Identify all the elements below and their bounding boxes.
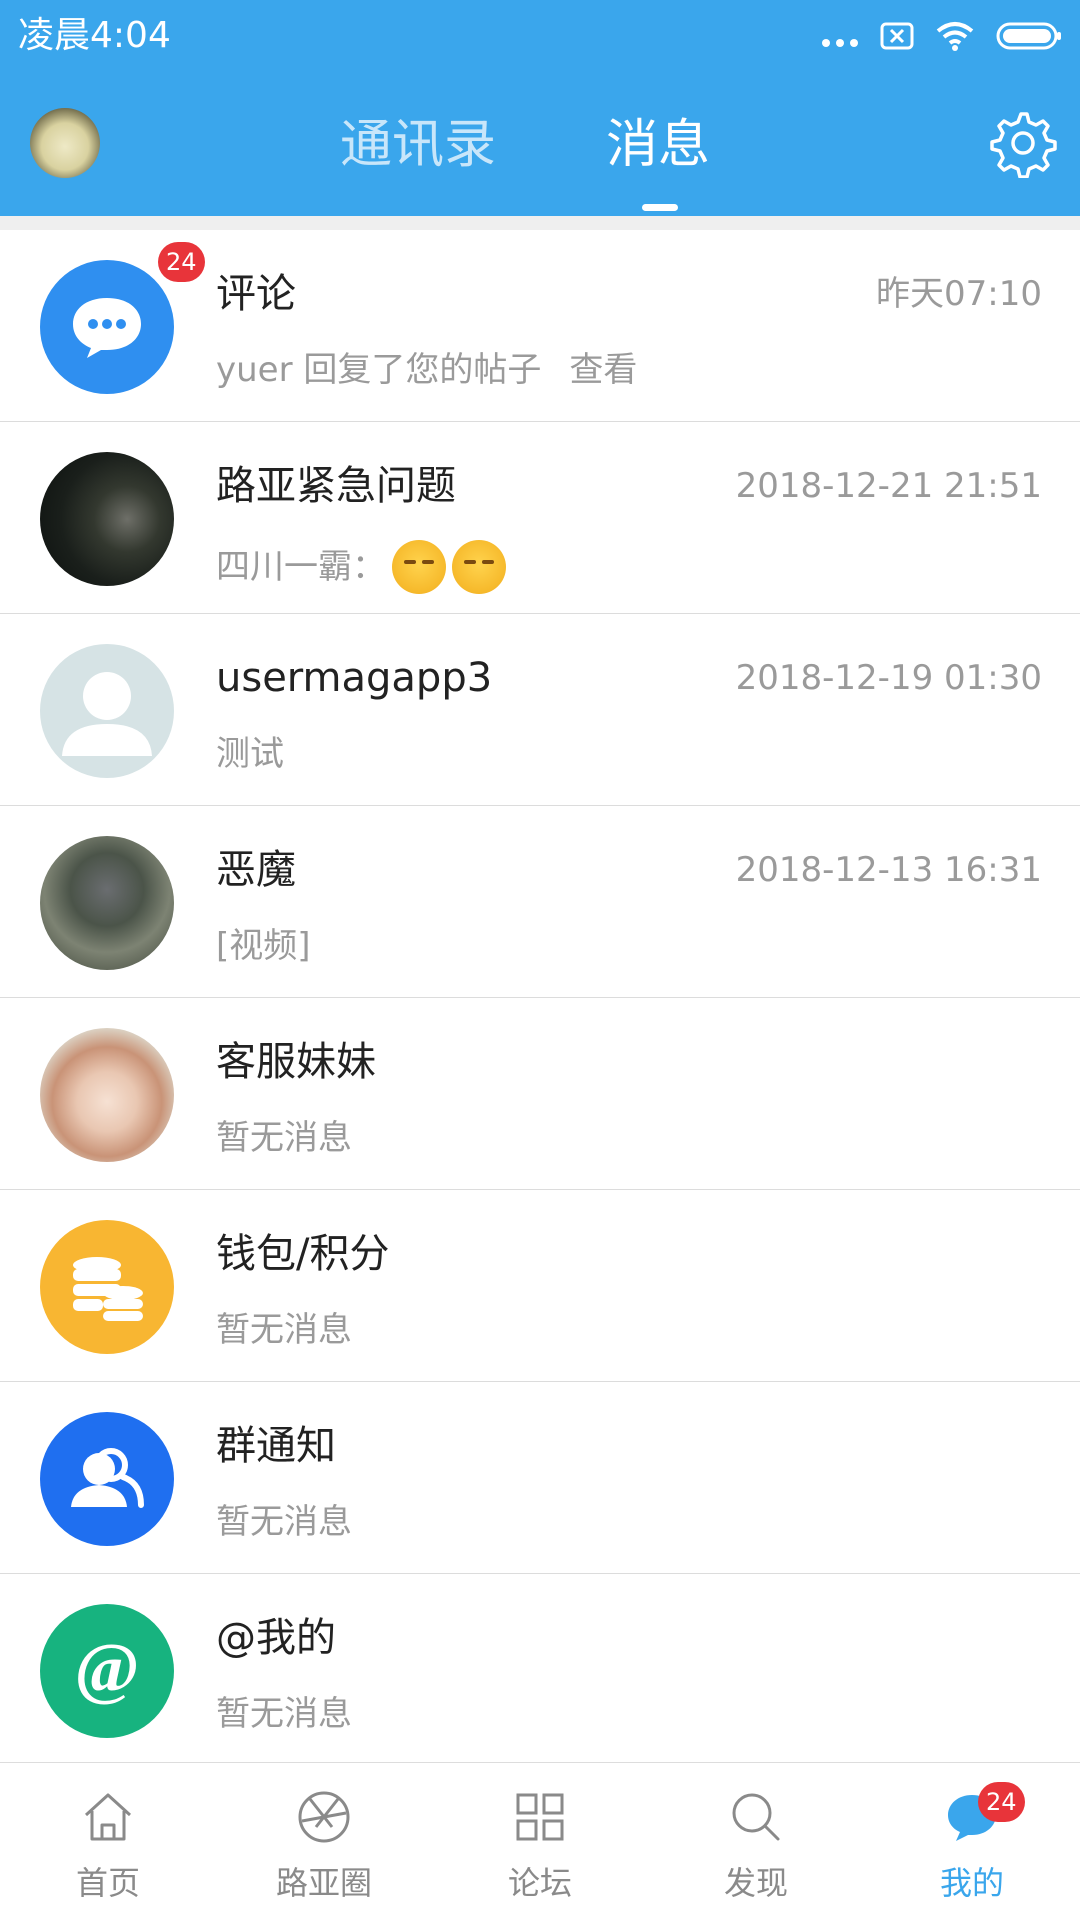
item-subtitle: [视频] xyxy=(216,924,311,968)
item-title: @我的 xyxy=(216,1615,336,1661)
tab-messages[interactable]: 消息 xyxy=(606,110,710,180)
item-time: 2018-12-19 01:30 xyxy=(735,658,1042,698)
item-preview: [视频] xyxy=(216,926,311,966)
at-icon: @ xyxy=(40,1604,174,1738)
item-subtitle: 暂无消息 xyxy=(216,1116,352,1160)
nav-lure-circle[interactable]: 路亚圈 xyxy=(216,1763,432,1921)
list-item-mentions[interactable]: @ @我的 暂无消息 xyxy=(0,1574,1080,1766)
nav-home[interactable]: 首页 xyxy=(0,1763,216,1921)
list-item-customer-service[interactable]: 客服妹妹 暂无消息 xyxy=(0,998,1080,1190)
item-preview: 四川一霸： xyxy=(216,547,386,587)
chat-bubble-icon xyxy=(40,260,174,394)
item-subtitle: 暂无消息 xyxy=(216,1308,352,1352)
active-tab-indicator xyxy=(642,204,678,211)
item-time: 2018-12-21 21:51 xyxy=(735,466,1042,506)
item-time: 昨天07:10 xyxy=(876,274,1042,314)
item-subtitle: yuer 回复了您的帖子 查看 xyxy=(216,348,637,392)
divider xyxy=(0,216,1080,230)
item-title: 路亚紧急问题 xyxy=(216,463,456,509)
svg-text:@: @ xyxy=(74,1631,139,1707)
list-item-chat[interactable]: 路亚紧急问题 2018-12-21 21:51 四川一霸： xyxy=(0,422,1080,614)
item-title: 评论 xyxy=(216,271,296,317)
bottom-nav: 首页 路亚圈 论坛 发现 我的 xyxy=(0,1762,1080,1920)
item-subtitle: 四川一霸： xyxy=(216,540,506,594)
default-user-icon xyxy=(40,644,174,778)
item-title: 客服妹妹 xyxy=(216,1039,376,1085)
item-preview: 暂无消息 xyxy=(216,1310,352,1350)
top-bar: 凌晨4:04 通讯录 消息 xyxy=(0,0,1080,216)
coins-icon xyxy=(40,1220,174,1354)
blush-emoji-icon xyxy=(452,540,506,594)
item-preview: 测试 xyxy=(216,734,284,774)
avatar xyxy=(40,452,174,586)
group-icon xyxy=(40,1412,174,1546)
list-item-chat[interactable]: usermagapp3 2018-12-19 01:30 测试 xyxy=(0,614,1080,806)
gear-icon[interactable] xyxy=(988,108,1058,178)
unread-badge: 24 xyxy=(158,242,205,282)
item-preview: 暂无消息 xyxy=(216,1118,352,1158)
list-item-group-notice[interactable]: 群通知 暂无消息 xyxy=(0,1382,1080,1574)
tab-contacts[interactable]: 通讯录 xyxy=(340,110,496,180)
status-time: 凌晨4:04 xyxy=(18,15,171,56)
home-icon xyxy=(84,1793,132,1841)
search-icon xyxy=(732,1793,780,1841)
item-subtitle: 暂无消息 xyxy=(216,1692,352,1736)
item-preview: 暂无消息 xyxy=(216,1694,352,1734)
item-time: 2018-12-13 16:31 xyxy=(735,850,1042,890)
item-subtitle: 测试 xyxy=(216,732,284,776)
item-title: usermagapp3 xyxy=(216,655,493,701)
item-title: 恶魔 xyxy=(216,847,296,893)
wifi-icon xyxy=(936,22,974,51)
header-tabs: 通讯录 消息 xyxy=(0,100,1080,216)
list-item-wallet[interactable]: 钱包/积分 暂无消息 xyxy=(0,1190,1080,1382)
item-subtitle: 暂无消息 xyxy=(216,1500,352,1544)
item-preview: yuer 回复了您的帖子 xyxy=(216,350,542,390)
aperture-icon xyxy=(298,1791,350,1843)
blush-emoji-icon xyxy=(392,540,446,594)
sim-x-icon xyxy=(880,22,914,50)
more-dots-icon xyxy=(822,39,858,47)
battery-icon xyxy=(996,22,1061,50)
nav-label: 首页 xyxy=(75,1864,140,1902)
nav-mine[interactable]: 我的 xyxy=(864,1763,1080,1921)
nav-label: 路亚圈 xyxy=(275,1864,372,1902)
nav-label: 我的 xyxy=(939,1864,1004,1902)
nav-label: 论坛 xyxy=(507,1864,572,1902)
unread-badge: 24 xyxy=(978,1782,1025,1822)
view-link[interactable]: 查看 xyxy=(569,348,637,392)
nav-discover[interactable]: 发现 xyxy=(648,1763,864,1921)
status-icons xyxy=(822,16,1062,56)
avatar xyxy=(40,836,174,970)
item-title: 钱包/积分 xyxy=(216,1231,390,1277)
nav-label: 发现 xyxy=(723,1864,788,1902)
grid-icon xyxy=(516,1793,564,1841)
avatar xyxy=(40,1028,174,1162)
message-list: 评论 昨天07:10 yuer 回复了您的帖子 查看 路亚紧急问题 2018-1… xyxy=(0,230,1080,1766)
nav-forum[interactable]: 论坛 xyxy=(432,1763,648,1921)
list-item-chat[interactable]: 恶魔 2018-12-13 16:31 [视频] xyxy=(0,806,1080,998)
item-title: 群通知 xyxy=(216,1423,336,1469)
item-preview: 暂无消息 xyxy=(216,1502,352,1542)
